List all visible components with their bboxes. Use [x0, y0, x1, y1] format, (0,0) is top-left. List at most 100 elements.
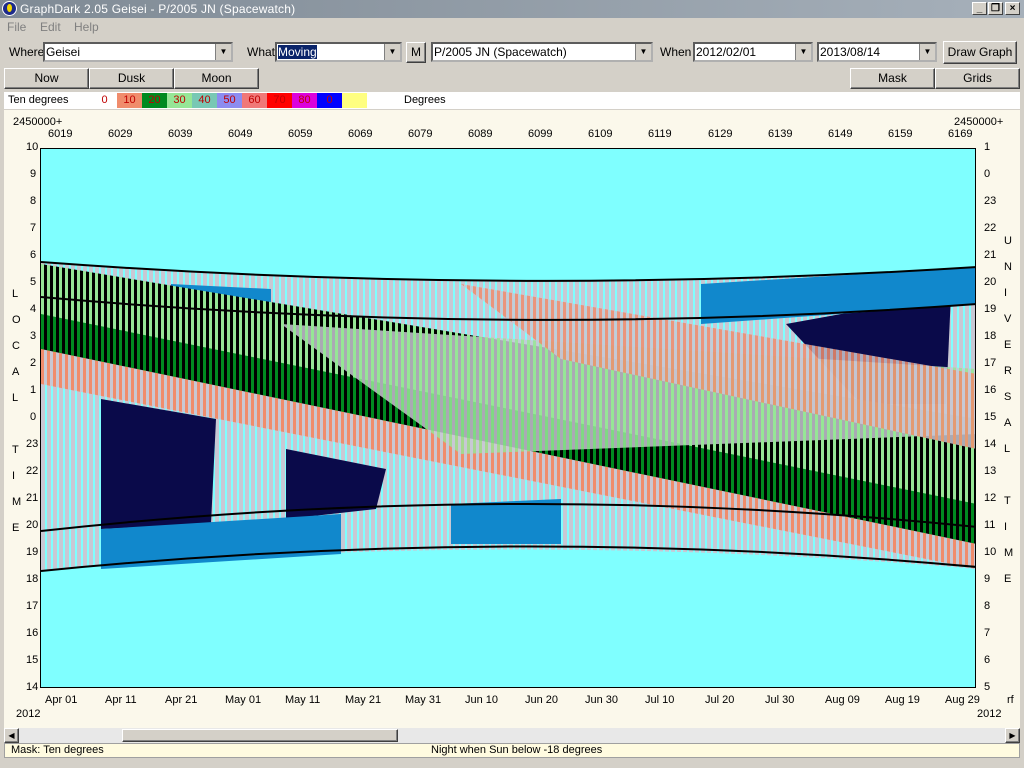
moon-button[interactable]: Moon: [174, 68, 259, 89]
date-tick-label: Jun 20: [525, 694, 559, 706]
object-select[interactable]: P/2005 JN (Spacewatch) ▼: [431, 42, 653, 62]
legend-swatch: [342, 93, 367, 108]
local-title-letter: T: [12, 444, 19, 456]
local-tick-label: 14: [26, 681, 39, 693]
local-tick-label: 16: [26, 627, 39, 639]
local-title-letter: I: [12, 470, 16, 482]
grids-button[interactable]: Grids: [935, 68, 1020, 89]
ut-title-letter: T: [1004, 495, 1011, 507]
ut-tick-label: 21: [984, 249, 997, 261]
date-tick-label: Apr 01: [45, 694, 78, 706]
jd-tick-label: 6079: [408, 128, 433, 140]
chevron-down-icon[interactable]: ▼: [635, 44, 651, 60]
ut-tick-label: 12: [984, 492, 997, 504]
ut-tick-label: 17: [984, 357, 997, 369]
draw-graph-button[interactable]: Draw Graph: [943, 41, 1017, 64]
local-tick-label: 0: [30, 411, 37, 423]
legend-swatch: 0: [317, 93, 342, 108]
scroll-right-icon[interactable]: ▶: [1005, 728, 1020, 743]
date-from-select[interactable]: 2012/02/01 ▼: [693, 42, 813, 62]
when-label: When: [660, 45, 692, 59]
what-value: Moving: [278, 45, 317, 59]
now-button[interactable]: Now: [4, 68, 89, 89]
ut-title-letter: E: [1004, 573, 1012, 585]
date-tick-label: Jul 20: [705, 694, 735, 706]
chevron-down-icon[interactable]: ▼: [215, 44, 231, 60]
what-select[interactable]: Moving ▼: [275, 42, 402, 62]
date-to-value: 2013/08/14: [820, 45, 881, 59]
ut-tick-label: 15: [984, 411, 997, 423]
date-to-select[interactable]: 2013/08/14 ▼: [817, 42, 937, 62]
local-tick-label: 2: [30, 357, 37, 369]
date-tick-label: Apr 11: [105, 694, 137, 706]
date-tick-label: May 01: [225, 694, 262, 706]
scroll-thumb[interactable]: [122, 729, 398, 742]
jd-tick-label: 6129: [708, 128, 733, 140]
chevron-down-icon[interactable]: ▼: [919, 44, 935, 60]
ut-tick-label: 9: [984, 573, 991, 585]
legend-swatch: 80: [292, 93, 317, 108]
night-plot: [40, 148, 976, 688]
local-tick-label: 5: [30, 276, 37, 288]
scroll-left-icon[interactable]: ◀: [4, 728, 19, 743]
date-tick-label: Jul 30: [765, 694, 795, 706]
date-tick-label: Aug 09: [825, 694, 860, 706]
local-tick-label: 22: [26, 465, 39, 477]
jd-tick-label: 6029: [108, 128, 133, 140]
ut-tick-label: 6: [984, 654, 991, 666]
where-select[interactable]: Geisei ▼: [43, 42, 233, 62]
ut-title-letter: M: [1004, 547, 1014, 559]
local-tick-label: 20: [26, 519, 39, 531]
ut-title-letter: N: [1004, 261, 1012, 273]
legend-swatch: 0: [92, 93, 117, 108]
graph-panel: 2450000+ 2450000+ 6019 6029 6039 6049 6059 60…: [4, 110, 1020, 728]
ut-title-letter: I: [1004, 521, 1008, 533]
date-tick-label: Jun 10: [465, 694, 499, 706]
jd-tick-label: 6089: [468, 128, 493, 140]
status-night: Night when Sun below -18 degrees: [431, 744, 603, 756]
local-tick-label: 19: [26, 546, 39, 558]
year-left: 2012: [16, 708, 41, 720]
jd-tick-label: 6169: [948, 128, 973, 140]
ut-tick-label: 18: [984, 330, 997, 342]
color-legend: Ten degrees 0 10 20 30 40 50 60 70 80 0 Degrees: [4, 92, 1020, 109]
restore-button[interactable]: ❐: [988, 2, 1003, 15]
mask-button[interactable]: Mask: [850, 68, 935, 89]
ut-tick-label: 14: [984, 438, 997, 450]
where-value: Geisei: [46, 45, 81, 59]
local-tick-label: 4: [30, 303, 37, 315]
legend-swatch: 40: [192, 93, 217, 108]
jd-tick-label: 6109: [588, 128, 613, 140]
legend-swatch: 10: [117, 93, 142, 108]
jd-tick-label: 6099: [528, 128, 553, 140]
m-button[interactable]: M: [406, 42, 426, 63]
horizontal-scrollbar[interactable]: ◀ ▶: [4, 728, 1020, 743]
visibility-chart: [41, 261, 975, 572]
what-label: What: [247, 45, 276, 59]
jd-tick-label: 6069: [348, 128, 373, 140]
menu-file[interactable]: File: [7, 20, 26, 34]
menu-edit[interactable]: Edit: [40, 20, 61, 34]
close-button[interactable]: ×: [1005, 2, 1020, 15]
local-tick-label: 1: [30, 384, 37, 396]
minimize-button[interactable]: _: [972, 2, 987, 15]
toolbar: Where Geisei ▼ What Moving ▼ M P/2005 JN…: [0, 40, 1024, 66]
local-tick-label: 3: [30, 330, 37, 342]
ut-tick-label: 11: [984, 519, 996, 531]
date-tick-label: May 11: [285, 694, 321, 706]
chevron-down-icon[interactable]: ▼: [384, 44, 400, 60]
local-tick-label: 17: [26, 600, 39, 612]
legend-label: Ten degrees: [8, 94, 69, 106]
ut-title-letter: E: [1004, 339, 1012, 351]
jd-tick-label: 6159: [888, 128, 913, 140]
chevron-down-icon[interactable]: ▼: [795, 44, 811, 60]
jd-tick-label: 6119: [648, 128, 672, 140]
year-right: 2012: [977, 708, 1002, 720]
dusk-button[interactable]: Dusk: [89, 68, 174, 89]
jd-tick-label: 6139: [768, 128, 793, 140]
menu-help[interactable]: Help: [74, 20, 99, 34]
ut-tick-label: 19: [984, 303, 997, 315]
jd-tick-label: 6059: [288, 128, 313, 140]
date-tick-label: Jun 30: [585, 694, 619, 706]
dark-region: [101, 399, 216, 529]
